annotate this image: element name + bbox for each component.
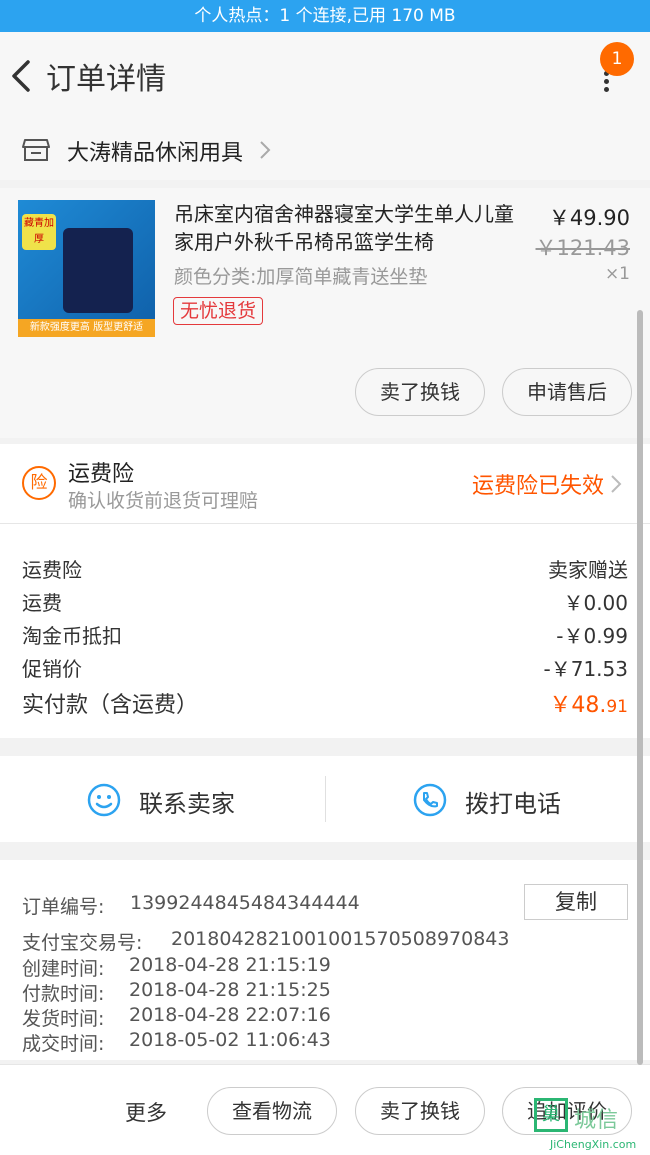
alipay-number-row: 支付宝交易号: 2018042821001001570508970843	[22, 928, 509, 955]
status-bar: 个人热点：1 个连接,已用 170 MB	[0, 0, 650, 32]
chevron-right-icon	[611, 475, 622, 493]
order-number: 1399244845484344444	[130, 892, 360, 914]
chat-face-icon	[87, 783, 121, 817]
after-sales-button[interactable]: 申请售后	[502, 368, 632, 416]
order-number-label: 订单编号:	[22, 896, 105, 918]
header: 订单详情 1	[0, 32, 650, 120]
watermark-box: 巢	[534, 1098, 568, 1132]
product-image-tag: 藏青加厚	[22, 214, 56, 250]
fee-label: 淘金币抵扣	[22, 624, 122, 648]
contact-seller-button[interactable]: 联系卖家	[0, 756, 325, 842]
fee-row: 淘金币抵扣 -￥0.99	[22, 620, 628, 649]
order-info: 订单编号: 1399244845484344444 复制 支付宝交易号: 201…	[0, 860, 650, 1060]
fee-label: 运费险	[22, 558, 82, 582]
fee-value: -￥0.99	[556, 624, 628, 648]
scrollbar[interactable]	[637, 310, 643, 1065]
fee-value: ￥0.00	[563, 591, 628, 615]
completed-time: 2018-05-02 11:06:43	[129, 1029, 331, 1051]
product-sku: 颜色分类:加厚简单藏青送坐垫	[174, 266, 428, 288]
call-phone-button[interactable]: 拨打电话	[326, 756, 650, 842]
completed-time-label: 成交时间:	[22, 1033, 105, 1055]
alipay-number-label: 支付宝交易号:	[22, 932, 143, 954]
product-card: 藏青加厚 新款强度更高 版型更舒适 吊床室内宿舍神器寝室大学生单人儿童家用户外秋…	[0, 188, 650, 438]
product-original-price: ￥121.43	[535, 236, 630, 260]
product-image-banner: 新款强度更高 版型更舒适	[18, 319, 155, 337]
product-price: ￥49.90	[548, 206, 630, 230]
product-image[interactable]: 藏青加厚 新款强度更高 版型更舒适	[18, 200, 155, 337]
back-arrow-icon[interactable]	[8, 58, 36, 94]
total-label: 实付款（含运费）	[22, 693, 199, 718]
notification-badge: 1	[600, 42, 634, 76]
sell-button[interactable]: 卖了换钱	[355, 368, 485, 416]
sell-button[interactable]: 卖了换钱	[355, 1087, 485, 1135]
phone-icon	[413, 783, 447, 817]
fee-label: 促销价	[22, 657, 82, 681]
fee-value: 卖家赠送	[548, 558, 628, 582]
alipay-number: 2018042821001001570508970843	[171, 928, 510, 950]
fee-value: -￥71.53	[543, 657, 628, 681]
copy-button[interactable]: 复制	[524, 884, 628, 920]
view-logistics-button[interactable]: 查看物流	[207, 1087, 337, 1135]
fee-label: 运费	[22, 591, 62, 615]
total-paid-row: 实付款（含运费） ￥48.91	[22, 687, 628, 719]
fee-row: 运费险 卖家赠送	[22, 554, 628, 583]
watermark-name: 城信	[574, 1108, 619, 1133]
created-time: 2018-04-28 21:15:19	[129, 954, 331, 976]
order-number-row: 订单编号: 1399244845484344444	[22, 892, 360, 919]
store-icon	[22, 139, 50, 161]
contact-bar: 联系卖家 拨打电话	[0, 756, 650, 842]
contact-seller-label: 联系卖家	[139, 790, 235, 818]
fee-row: 促销价 -￥71.53	[22, 653, 628, 682]
shipped-time-label: 发货时间:	[22, 1008, 105, 1030]
chevron-right-icon	[260, 141, 271, 159]
paid-time: 2018-04-28 21:15:25	[129, 979, 331, 1001]
paid-time-label: 付款时间:	[22, 983, 105, 1005]
created-time-row: 创建时间: 2018-04-28 21:15:19	[22, 954, 331, 981]
more-button[interactable]: 更多	[125, 1097, 167, 1127]
watermark-url: JiChengXin.com	[550, 1138, 637, 1151]
fee-breakdown: 运费险 卖家赠送 运费 ￥0.00 淘金币抵扣 -￥0.99 促销价 -￥71.…	[0, 524, 650, 738]
product-title[interactable]: 吊床室内宿舍神器寝室大学生单人儿童家用户外秋千吊椅吊篮学生椅	[174, 200, 529, 256]
shipping-insurance-row[interactable]: 险 运费险 确认收货前退货可理赔 运费险已失效	[0, 444, 650, 524]
product-quantity: ×1	[604, 264, 630, 284]
total-value: ￥48.91	[549, 693, 628, 718]
insurance-status: 运费险已失效	[471, 474, 604, 499]
shop-row[interactable]: 大涛精品休闲用具	[0, 120, 650, 180]
insurance-icon: 险	[22, 466, 56, 500]
page-title: 订单详情	[46, 62, 166, 97]
created-time-label: 创建时间:	[22, 958, 105, 980]
paid-time-row: 付款时间: 2018-04-28 21:15:25	[22, 979, 331, 1006]
insurance-subtitle: 确认收货前退货可理赔	[68, 490, 259, 512]
completed-time-row: 成交时间: 2018-05-02 11:06:43	[22, 1029, 331, 1056]
no-worry-return-badge: 无忧退货	[173, 297, 264, 325]
fee-row: 运费 ￥0.00	[22, 587, 628, 616]
shop-name: 大涛精品休闲用具	[67, 141, 244, 166]
shipped-time-row: 发货时间: 2018-04-28 22:07:16	[22, 1004, 331, 1031]
shipped-time: 2018-04-28 22:07:16	[129, 1004, 331, 1026]
insurance-title: 运费险	[68, 462, 135, 487]
call-phone-label: 拨打电话	[465, 790, 561, 818]
watermark-logo: 巢 城信 JiChengXin.com	[530, 1096, 650, 1155]
